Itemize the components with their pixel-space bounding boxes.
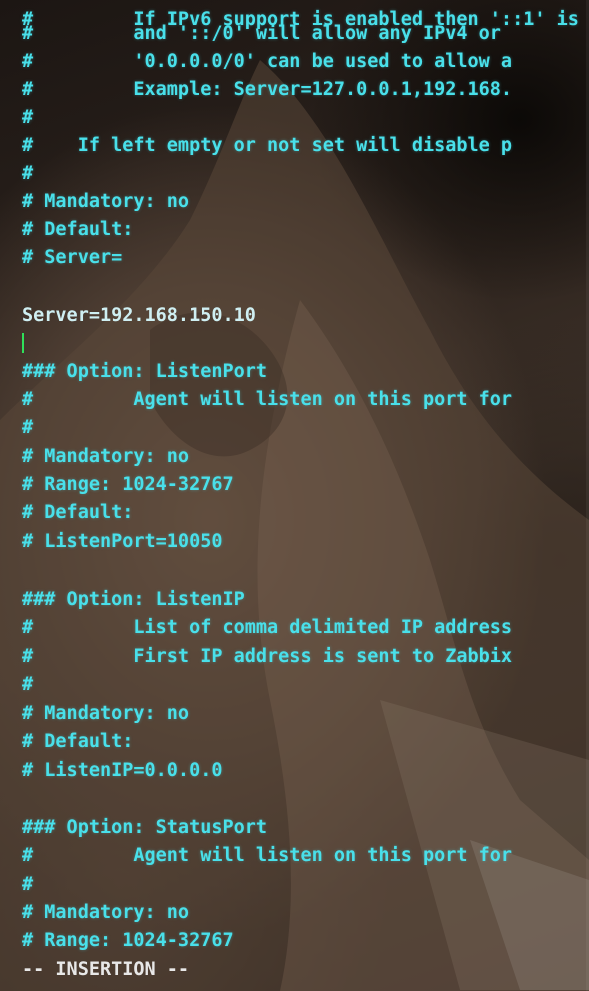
code-line: # Mandatory: no [22,703,190,724]
code-line: # and '::/0' will allow any IPv4 or [22,23,501,44]
code-line: # First IP address is sent to Zabbix [22,646,513,667]
code-line: # Default: [22,502,134,523]
code-line: # Agent will listen on this port for [22,845,513,866]
code-line: # [22,163,34,184]
insert-mode-indicator: -- INSERTION -- [22,959,190,980]
code-line: # Example: Server=127.0.0.1,192.168. [22,79,513,100]
code-line: ### Option: ListenPort [22,361,268,382]
code-line: # [22,874,34,895]
server-config-line: Server=192.168.150.10 [22,305,256,326]
code-line: # If left empty or not set will disable … [22,135,513,156]
code-line: # [22,107,34,128]
code-line: # List of comma delimited IP address [22,617,513,638]
code-line: # [22,417,34,438]
code-line: # Agent will listen on this port for [22,389,513,410]
code-line: # Mandatory: no [22,902,190,923]
terminal-window[interactable]: # If IPv6 support is enabled then '::1' … [0,0,589,991]
code-line: # Range: 1024-32767 [22,474,234,495]
code-line: # ListenPort=10050 [22,531,223,552]
code-line: # Server= [22,247,123,268]
code-line: ### Option: StatusPort [22,817,268,838]
code-line: # ListenIP=0.0.0.0 [22,760,223,781]
code-line: # '0.0.0.0/0' can be used to allow a [22,51,513,72]
text-cursor [22,333,24,353]
code-line: # Default: [22,219,134,240]
code-line: # Default: [22,731,134,752]
code-line: # Range: 1024-32767 [22,930,234,951]
code-line: # [22,674,34,695]
code-line: ### Option: ListenIP [22,589,245,610]
code-line: # Mandatory: no [22,191,190,212]
editor-text-area[interactable]: # If IPv6 support is enabled then '::1' … [0,0,589,991]
code-line: # Mandatory: no [22,446,190,467]
